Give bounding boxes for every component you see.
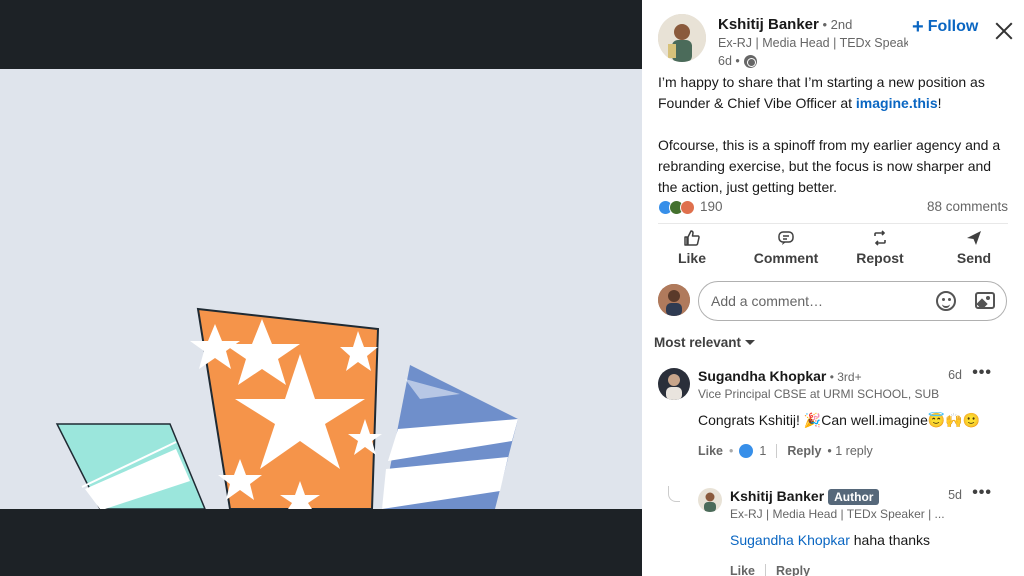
commenter-name[interactable]: Sugandha Khopkar • 3rd+ <box>698 368 862 384</box>
image-icon[interactable] <box>975 292 995 309</box>
comment-time: 6d <box>948 368 962 382</box>
post-image[interactable] <box>0 69 642 509</box>
divider <box>776 444 778 458</box>
post-paragraph: I’m happy to share that I’m starting a n… <box>658 74 985 111</box>
comment-actions: Like • 1 Reply • 1 reply <box>698 444 873 458</box>
plus-icon: + <box>912 16 924 38</box>
reaction-count[interactable]: 190 <box>700 199 723 214</box>
comment-icon <box>744 228 828 248</box>
reply-thread-line <box>668 486 680 502</box>
reaction-icons[interactable] <box>658 200 695 215</box>
commenter-avatar[interactable] <box>658 368 690 400</box>
teal-shape <box>55 423 206 509</box>
post-body: I’m happy to share that I’m starting a n… <box>658 72 1010 219</box>
mention-link[interactable]: Sugandha Khopkar <box>730 532 850 548</box>
commenter-headline: Vice Principal CBSE at URMI SCHOOL, SUB … <box>698 387 943 401</box>
commenter-headline: Ex-RJ | Media Head | TEDx Speaker | ... <box>730 507 945 521</box>
post-time: 6d • <box>718 54 757 68</box>
globe-icon <box>743 54 757 68</box>
comment-button[interactable]: Comment <box>744 228 828 272</box>
comments-count[interactable]: 88 comments <box>927 199 1008 214</box>
caret-down-icon <box>745 340 756 345</box>
connection-degree: • 2nd <box>818 17 853 32</box>
follow-button[interactable]: + Follow <box>912 16 978 38</box>
comment-like-button[interactable]: Like <box>730 564 755 576</box>
comment-actions: Like Reply <box>730 564 810 576</box>
more-options-icon[interactable]: ••• <box>972 484 992 502</box>
comment-text: Congrats Kshitij! 🎉Can well.imagine😇🙌🙂 <box>698 412 981 428</box>
orange-star-shape <box>190 307 382 509</box>
comment-reply-button[interactable]: Reply <box>776 564 810 576</box>
post-actions: Like Comment Repost Send <box>650 228 1016 272</box>
author-name[interactable]: Kshitij Banker • 2nd <box>718 16 852 33</box>
like-icon <box>650 228 734 248</box>
current-user-avatar[interactable] <box>658 284 690 316</box>
love-reaction-icon <box>680 200 695 215</box>
comment-input[interactable] <box>698 281 1007 321</box>
comment-item: Sugandha Khopkar • 3rd+ Vice Principal C… <box>658 364 1010 468</box>
repost-icon <box>838 228 922 248</box>
author-badge: Author <box>828 489 880 505</box>
comment-like-button[interactable]: Like <box>698 444 723 458</box>
commenter-avatar[interactable] <box>698 488 722 512</box>
comment-like-count[interactable]: 1 <box>759 444 766 458</box>
comment-composer <box>658 281 1008 321</box>
author-avatar[interactable] <box>658 14 706 62</box>
commenter-name[interactable]: Kshitij Banker Author <box>730 488 880 505</box>
comment-reply-button[interactable]: Reply <box>787 444 821 458</box>
close-icon[interactable] <box>993 20 1015 42</box>
divider <box>658 223 1008 224</box>
like-reaction-icon <box>739 444 754 458</box>
send-button[interactable]: Send <box>932 228 1016 272</box>
divider <box>765 564 767 576</box>
social-counts: 190 88 comments <box>658 198 1008 218</box>
author-headline: Ex-RJ | Media Head | TEDx Speak... <box>718 36 908 50</box>
more-options-icon[interactable]: ••• <box>972 364 992 382</box>
company-link[interactable]: imagine.this <box>856 95 938 111</box>
like-button[interactable]: Like <box>650 228 734 272</box>
post-media-viewer <box>0 0 642 576</box>
blue-striped-shape <box>382 365 518 509</box>
comment-text: Sugandha Khopkar haha thanks <box>730 532 931 548</box>
post-paragraph: Ofcourse, this is a spinoff from my earl… <box>658 137 1001 195</box>
comment-time: 5d <box>948 488 962 502</box>
emoji-icon[interactable] <box>936 291 956 311</box>
comment-sort-dropdown[interactable]: Most relevant <box>654 335 756 350</box>
reply-count[interactable]: • 1 reply <box>827 444 872 458</box>
repost-button[interactable]: Repost <box>838 228 922 272</box>
party-illustration <box>55 307 518 509</box>
post-detail-panel: Kshitij Banker • 2nd Ex-RJ | Media Head … <box>642 0 1024 576</box>
send-icon <box>932 228 1016 248</box>
reply-item: Kshitij Banker Author Ex-RJ | Media Head … <box>698 484 1010 576</box>
